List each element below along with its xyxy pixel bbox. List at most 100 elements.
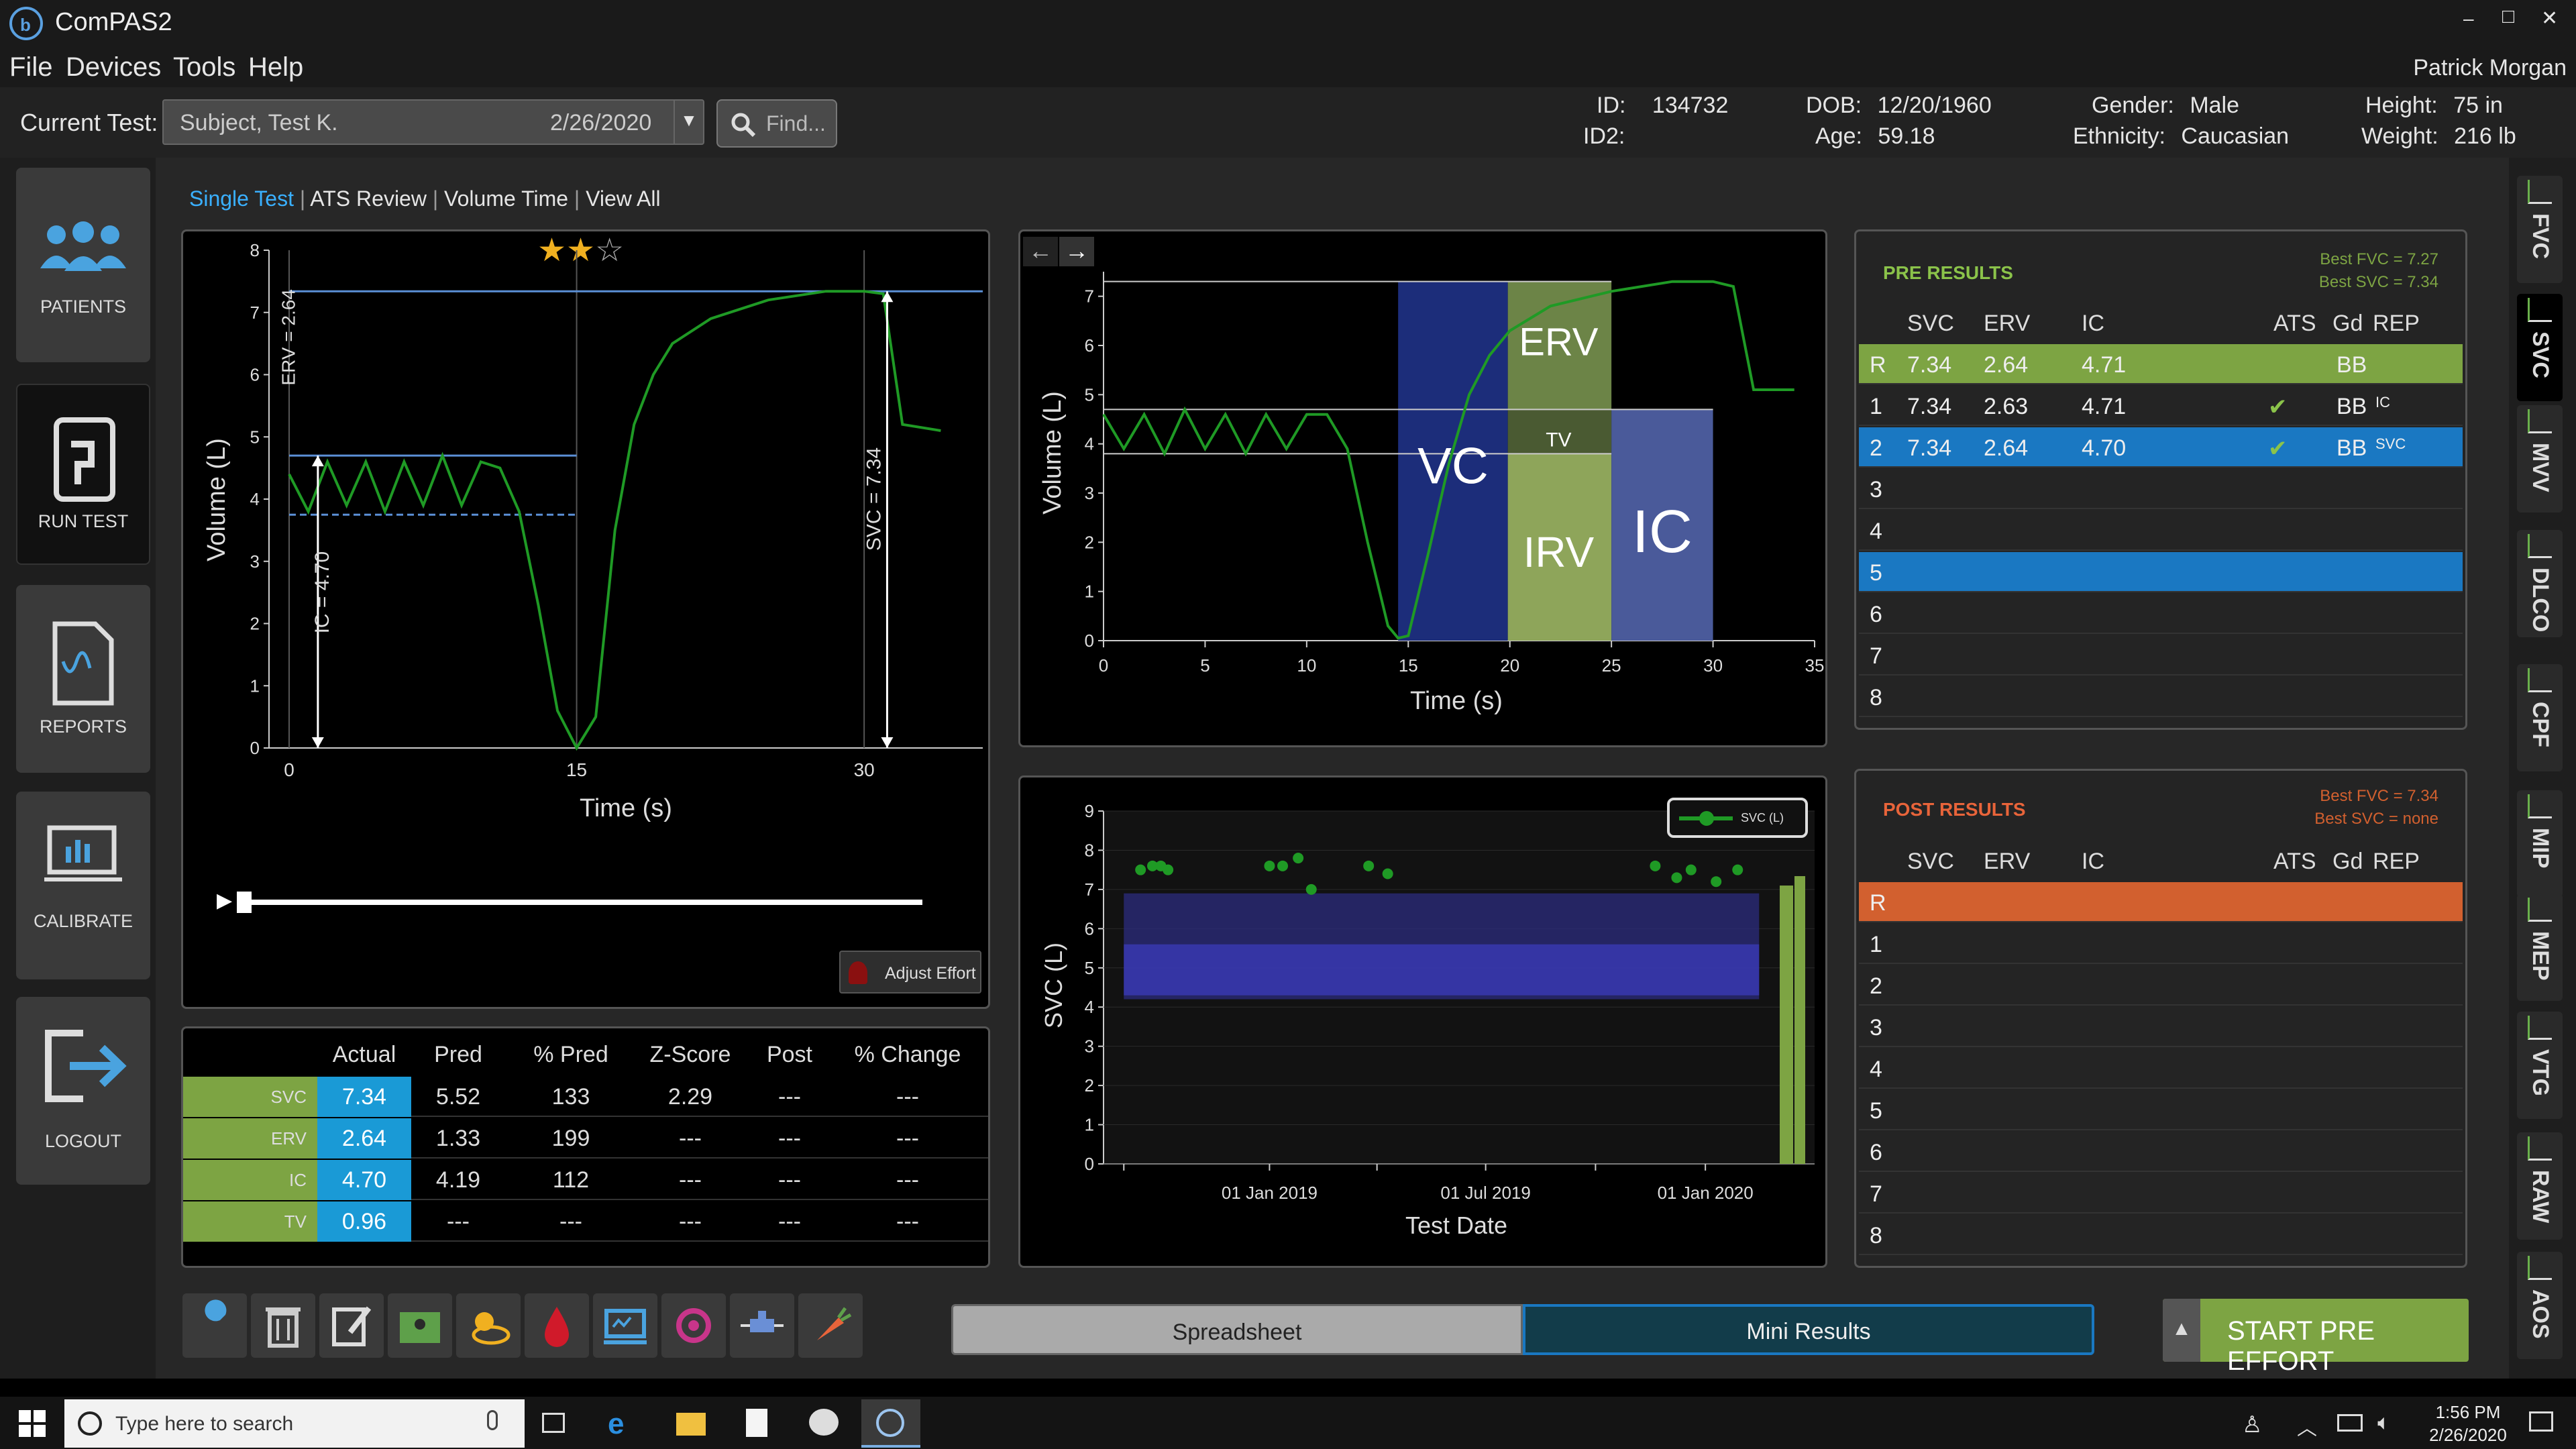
microphone-icon[interactable] — [487, 1410, 498, 1430]
adjust-effort-button[interactable]: Adjust Effort — [839, 951, 981, 994]
nav-calibrate[interactable]: CALIBRATE — [16, 792, 150, 979]
start-pre-effort-button[interactable]: ▲ START PRE EFFORT — [2163, 1299, 2469, 1376]
results-body: SVC 7.34 5.52 133 2.29 --- --- ERV 2.64 1.33 199 --… — [183, 1077, 988, 1265]
edit-button[interactable] — [319, 1293, 384, 1358]
tab-mvv[interactable]: MVV — [2517, 405, 2563, 513]
monitor-button[interactable] — [593, 1293, 657, 1358]
tab-mip[interactable]: MIP — [2517, 790, 2563, 898]
find-button[interactable]: Find... — [716, 99, 837, 148]
svc-data-point — [1685, 864, 1697, 875]
y-tick-label: 0 — [1085, 1154, 1094, 1174]
vc-label: VC — [1417, 437, 1489, 494]
tab-svc[interactable]: SVC — [2517, 294, 2563, 401]
post-results-row[interactable]: 7 — [1859, 1173, 2463, 1214]
app-logo-icon: b — [9, 7, 43, 40]
svc-data-point — [1650, 860, 1661, 871]
tab-view-all[interactable]: View All — [586, 186, 660, 211]
x-axis-label: Time (s) — [580, 794, 672, 822]
tab-cpf[interactable]: CPF — [2517, 664, 2563, 771]
tools-button[interactable] — [182, 1293, 247, 1358]
play-icon[interactable]: ▶ — [217, 889, 232, 912]
y-tick-label: 4 — [250, 489, 260, 509]
playback-bar[interactable]: ▶ — [210, 889, 934, 916]
reset-button[interactable] — [661, 1293, 726, 1358]
post-results-row[interactable]: 6 — [1859, 1132, 2463, 1172]
current-test-select[interactable]: Subject, Test K. 2/26/2020 ▼ — [162, 99, 704, 145]
tab-single-test[interactable]: Single Test — [189, 186, 294, 211]
menu-help[interactable]: Help — [248, 52, 303, 83]
taskbar-search[interactable]: Type here to search — [64, 1399, 525, 1448]
pre-results-row[interactable]: 4 — [1859, 511, 2463, 551]
menu-file[interactable]: File — [9, 52, 52, 83]
nav-reports[interactable]: REPORTS — [16, 585, 150, 773]
tab-mep[interactable]: MEP — [2517, 894, 2563, 1001]
post-results-row[interactable]: 3 — [1859, 1007, 2463, 1047]
windows-start-icon[interactable] — [19, 1410, 46, 1437]
pre-results-row[interactable]: 8 — [1859, 677, 2463, 717]
minimize-button[interactable]: ‒ — [2463, 8, 2474, 30]
spreadsheet-tab[interactable]: Spreadsheet — [951, 1304, 1523, 1355]
post-results-row[interactable]: 2 — [1859, 965, 2463, 1006]
edit-icon — [332, 1306, 372, 1346]
nav-run-test[interactable]: RUN TEST — [16, 384, 150, 565]
post-results-row[interactable]: 5 — [1859, 1090, 2463, 1130]
pre-results-row[interactable]: 5 — [1859, 552, 2463, 592]
volume-icon[interactable]: 🔈︎ — [2377, 1410, 2390, 1436]
post-results-panel: POST RESULTS Best FVC = 7.34 Best SVC = … — [1854, 769, 2467, 1268]
pre-results-row[interactable]: R 7.34 2.64 4.71 BB — [1859, 344, 2463, 384]
compas-taskbar-icon[interactable] — [861, 1399, 920, 1448]
incentive-button[interactable] — [798, 1293, 863, 1358]
tab-ats-review[interactable]: ATS Review — [310, 186, 427, 211]
row-number: 5 — [1870, 1098, 1882, 1124]
playback-track[interactable] — [252, 900, 922, 905]
pre-results-row[interactable]: 2 7.34 2.64 4.70 ✔ BB SVC — [1859, 427, 2463, 468]
clock-time[interactable]: 1:56 PM — [2424, 1402, 2512, 1423]
mini-results-tab[interactable]: Mini Results — [1523, 1304, 2094, 1355]
view-tabs: Single Test | ATS Review | Volume Time |… — [189, 186, 661, 211]
pre-results-row[interactable]: 1 7.34 2.63 4.71 ✔ BB IC — [1859, 386, 2463, 426]
tab-fvc[interactable]: FVC — [2517, 176, 2563, 283]
pre-results-row[interactable]: 6 — [1859, 594, 2463, 634]
chevron-up-icon[interactable]: ︿ — [2297, 1411, 2317, 1441]
post-results-row[interactable]: 8 — [1859, 1215, 2463, 1255]
post-results-row[interactable]: 4 — [1859, 1049, 2463, 1089]
tab-aos[interactable]: AOS — [2517, 1252, 2563, 1359]
expand-up-button[interactable]: ▲ — [2163, 1299, 2200, 1362]
tab-vtg[interactable]: VTG — [2517, 1012, 2563, 1119]
close-button[interactable]: ✕ — [2541, 7, 2558, 30]
tab-volume-time[interactable]: Volume Time — [444, 186, 568, 211]
people-icon[interactable]: ♙ — [2242, 1411, 2262, 1438]
menu-devices[interactable]: Devices — [66, 52, 161, 83]
edge-icon[interactable]: e — [608, 1407, 624, 1441]
delete-button[interactable] — [251, 1293, 315, 1358]
pre-results-row[interactable]: 3 — [1859, 469, 2463, 509]
paint-icon[interactable] — [809, 1409, 839, 1436]
tab-dlco[interactable]: DLCO — [2517, 530, 2563, 637]
menu-tools[interactable]: Tools — [173, 52, 235, 83]
nav-patients[interactable]: PATIENTS — [16, 168, 150, 362]
nav-logout[interactable]: LOGOUT — [16, 997, 150, 1185]
environment-button[interactable] — [456, 1293, 521, 1358]
restore-button[interactable]: □ — [2502, 5, 2514, 28]
notifications-icon[interactable] — [2529, 1411, 2553, 1432]
playback-handle[interactable] — [237, 892, 252, 913]
patient-folder-button[interactable] — [388, 1293, 452, 1358]
inhaler-button[interactable] — [730, 1293, 794, 1358]
post-results-row[interactable]: 1 — [1859, 924, 2463, 964]
file-explorer-icon[interactable] — [676, 1413, 706, 1436]
clock-date[interactable]: 2/26/2020 — [2424, 1425, 2512, 1446]
ic-label: IC — [1632, 498, 1693, 566]
notepad-icon[interactable] — [746, 1409, 767, 1437]
tab-raw[interactable]: RAW — [2517, 1132, 2563, 1240]
network-icon[interactable] — [2337, 1414, 2363, 1432]
task-view-icon[interactable] — [542, 1413, 565, 1433]
blood-button[interactable] — [525, 1293, 589, 1358]
row-number: 6 — [1870, 1140, 1882, 1165]
post-results-row[interactable]: R — [1859, 882, 2463, 922]
results-row: ERV 2.64 1.33 199 --- --- --- — [183, 1118, 988, 1159]
pre-results-row[interactable]: 7 — [1859, 635, 2463, 676]
irv-label: IRV — [1523, 528, 1595, 576]
user-name: Patrick Morgan — [2413, 55, 2567, 80]
svc-data-point — [1305, 883, 1317, 895]
chevron-down-icon[interactable]: ▼ — [674, 101, 703, 144]
